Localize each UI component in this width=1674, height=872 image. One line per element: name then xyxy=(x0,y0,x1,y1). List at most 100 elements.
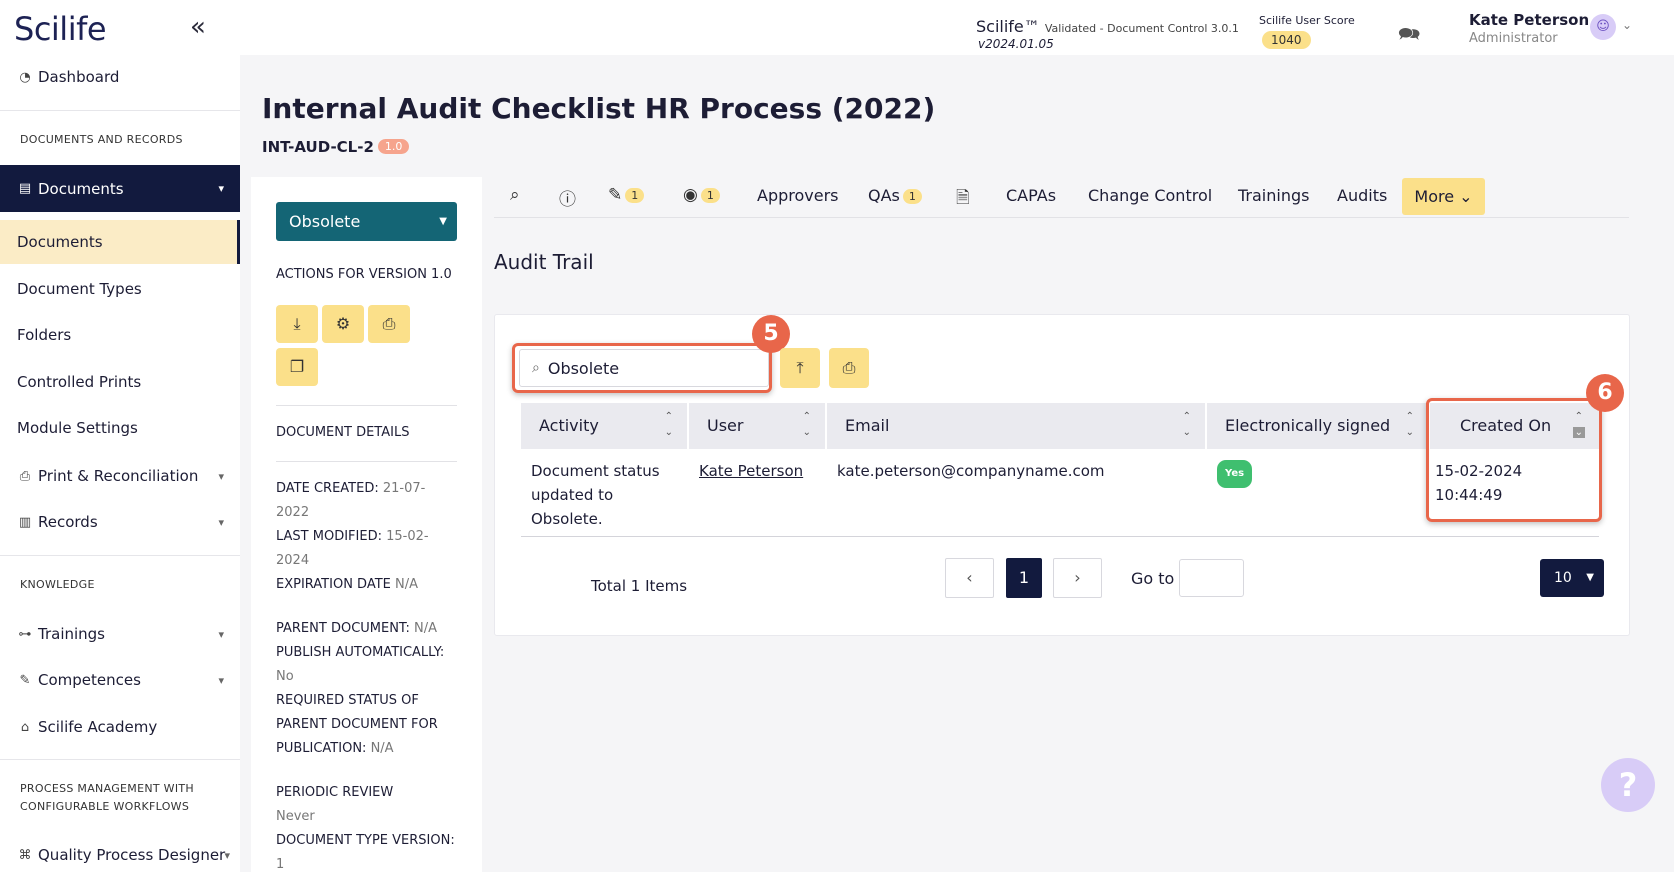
graduation-cap-icon: ⌂ xyxy=(20,719,30,735)
tab-approvers[interactable]: Approvers xyxy=(757,186,839,205)
column-activity[interactable]: Activity ⌃ ⌄ xyxy=(521,403,689,449)
settings-button[interactable]: ⚙ xyxy=(322,305,364,343)
page-1-button[interactable]: 1 xyxy=(1006,558,1042,598)
sidebar-item-document-types[interactable]: Document Types xyxy=(0,267,240,311)
export-button[interactable]: ⤒ xyxy=(780,348,820,388)
records-icon: ▥ xyxy=(18,514,32,530)
section-process-management: PROCESS MANAGEMENT WITH CONFIGURABLE WOR… xyxy=(20,782,194,813)
tab-search-icon[interactable]: ⌕ xyxy=(510,185,520,205)
sidebar-item-label: Quality Process Designer xyxy=(38,846,226,864)
double-chevron-left-icon[interactable]: « xyxy=(190,12,206,42)
section-knowledge: KNOWLEDGE xyxy=(20,578,95,591)
document-details-label: DOCUMENT DETAILS xyxy=(276,425,410,440)
sidebar-item-documents-group[interactable]: ▤ Documents ▾ xyxy=(0,165,240,212)
page-size-select[interactable]: 10 ▼ xyxy=(1540,559,1604,597)
prev-page-button[interactable]: ‹ xyxy=(945,558,994,598)
sidebar-item-label: Trainings xyxy=(38,625,106,643)
print-button[interactable]: ⎙ xyxy=(829,348,869,388)
sidebar-item-quality-process-designer[interactable]: ⌘ Quality Process Designer ▾ xyxy=(0,842,240,868)
sidebar-item-scilife-academy[interactable]: ⌂ Scilife Academy xyxy=(0,714,240,740)
sidebar-item-records[interactable]: ▥ Records ▾ xyxy=(0,509,240,535)
search-highlight-box xyxy=(512,343,772,393)
printer-icon: ⎙ xyxy=(19,468,31,484)
cell-activity: Document status updated to Obsolete. xyxy=(531,462,660,528)
column-electronically-signed[interactable]: Electronically signed ⌃ ⌄ xyxy=(1207,403,1430,449)
product-name: Scilife™ Validated - Document Control 3.… xyxy=(976,17,1239,36)
sidebar-item-module-settings[interactable]: Module Settings xyxy=(0,406,240,450)
sidebar-item-controlled-prints[interactable]: Controlled Prints xyxy=(0,360,240,404)
chevron-down-icon: ▾ xyxy=(218,515,224,529)
cell-email: kate.peterson@companyname.com xyxy=(837,462,1105,480)
divider xyxy=(0,110,240,111)
cell-user-link[interactable]: Kate Peterson xyxy=(699,459,803,483)
sidebar-item-label: Scilife Academy xyxy=(38,718,158,736)
sidebar-item-label: Documents xyxy=(17,233,103,251)
user-name[interactable]: Kate Peterson xyxy=(1469,11,1589,29)
sidebar-item-trainings[interactable]: ⊶ Trainings ▾ xyxy=(0,621,240,647)
tab-change-control[interactable]: Change Control xyxy=(1088,186,1212,205)
chevron-down-icon: ▾ xyxy=(218,673,224,687)
tab-qas[interactable]: QAs 1 xyxy=(868,186,922,205)
product-version: v2024.01.05 xyxy=(978,37,1054,51)
sort-icon[interactable]: ⌃ ⌄ xyxy=(1183,409,1191,441)
tab-info-icon[interactable]: ⓘ xyxy=(559,185,576,210)
workflow-icon: ⌘ xyxy=(18,847,32,863)
divider xyxy=(276,461,457,462)
document-code: INT-AUD-CL-2 1.0 xyxy=(262,138,410,156)
created-on-highlight-box xyxy=(1426,398,1602,522)
divider xyxy=(276,405,457,406)
sidebar-item-competences[interactable]: ✎ Competences ▾ xyxy=(0,667,240,693)
help-button[interactable]: ? xyxy=(1601,758,1655,812)
sidebar-item-folders[interactable]: Folders xyxy=(0,313,240,357)
sort-icon[interactable]: ⌃ ⌄ xyxy=(665,409,673,441)
total-items: Total 1 Items xyxy=(591,577,688,595)
sidebar-item-label: Competences xyxy=(38,671,141,689)
status-dropdown[interactable]: Obsolete ▼ xyxy=(276,202,457,241)
eye-icon: ◉ xyxy=(683,185,698,205)
column-user[interactable]: User ⌃ ⌄ xyxy=(689,403,827,449)
user-role: Administrator xyxy=(1469,31,1558,46)
goto-page-input[interactable] xyxy=(1179,559,1244,597)
tab-capas[interactable]: CAPAs xyxy=(1006,186,1056,205)
sidebar: Scilife « ◔ Dashboard DOCUMENTS AND RECO… xyxy=(0,0,240,872)
dashboard-gauge-icon: ◔ xyxy=(19,69,31,85)
chevron-down-icon: ▾ xyxy=(218,627,224,641)
divider xyxy=(0,759,240,760)
audit-trail-title: Audit Trail xyxy=(494,250,594,274)
sidebar-item-print-reconciliation[interactable]: ⎙ Print & Reconciliation ▾ xyxy=(0,463,240,489)
chevron-down-icon[interactable]: ⌄ xyxy=(1622,18,1632,32)
print-button[interactable]: ⎙ xyxy=(368,305,410,343)
chat-icon[interactable]: 🗪 xyxy=(1398,22,1420,52)
tab-trainings[interactable]: Trainings xyxy=(1238,186,1309,205)
sidebar-item-label: Documents xyxy=(38,179,124,198)
document-tabs: ⌕ ⓘ ✎ 1 ◉ 1 Approvers QAs 1 🗎 CAPAs Change … xyxy=(494,178,1629,218)
section-documents-and-records: DOCUMENTS AND RECORDS xyxy=(20,133,183,146)
sidebar-item-label: Print & Reconciliation xyxy=(38,467,199,485)
caret-down-icon: ▼ xyxy=(1586,572,1594,583)
copy-button[interactable]: ❐ xyxy=(276,348,318,386)
scilife-logo[interactable]: Scilife xyxy=(14,10,107,48)
actions-label: ACTIONS FOR VERSION 1.0 xyxy=(276,267,452,282)
more-tabs-button[interactable]: More ⌄ xyxy=(1402,178,1485,215)
column-email[interactable]: Email ⌃ ⌄ xyxy=(827,403,1207,449)
tab-edit[interactable]: ✎ 1 xyxy=(608,185,645,205)
sidebar-item-label: Module Settings xyxy=(17,419,138,437)
document-icon: ▤ xyxy=(18,181,32,196)
tab-view[interactable]: ◉ 1 xyxy=(683,185,720,205)
chevron-down-icon: ▾ xyxy=(224,848,230,862)
download-button[interactable]: ⤓ xyxy=(276,305,318,343)
avatar[interactable]: ☺ xyxy=(1590,14,1616,40)
cell-signed: Yes xyxy=(1217,459,1253,488)
top-bar xyxy=(240,0,1674,55)
dumbbell-icon: ⊶ xyxy=(18,626,32,642)
sidebar-item-label: Document Types xyxy=(17,280,142,298)
tab-audits[interactable]: Audits xyxy=(1337,186,1387,205)
tab-document-icon[interactable]: 🗎 xyxy=(956,185,970,214)
step-marker-6: 6 xyxy=(1586,374,1624,412)
sidebar-item-documents[interactable]: Documents xyxy=(0,220,240,264)
next-page-button[interactable]: › xyxy=(1053,558,1102,598)
chevron-down-icon: ▾ xyxy=(218,469,224,483)
sort-icon[interactable]: ⌃ ⌄ xyxy=(803,409,811,441)
sort-icon[interactable]: ⌃ ⌄ xyxy=(1406,409,1414,441)
sidebar-item-dashboard[interactable]: ◔ Dashboard xyxy=(0,64,240,90)
